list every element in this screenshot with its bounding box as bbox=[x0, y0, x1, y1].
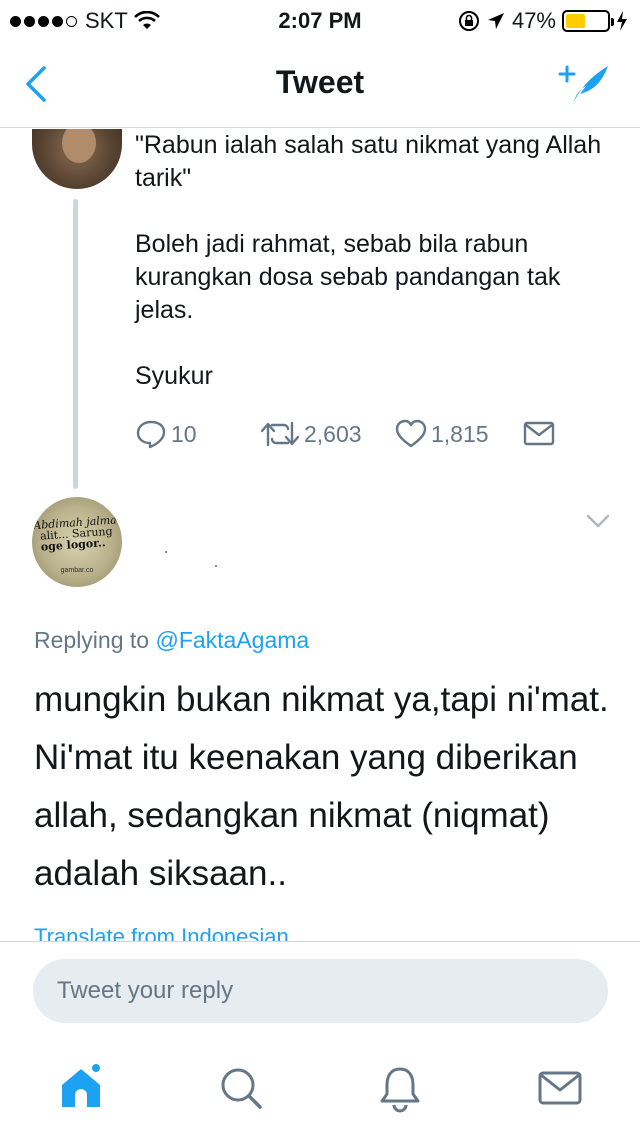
parent-tweet-text: "Rabun ialah salah satu nikmat yang Alla… bbox=[135, 129, 615, 426]
battery-percent: 47% bbox=[511, 8, 556, 33]
redacted-name-mark bbox=[165, 551, 167, 553]
battery-level bbox=[566, 14, 585, 28]
chevron-down-icon[interactable] bbox=[586, 513, 610, 529]
notifications-icon[interactable] bbox=[375, 1063, 425, 1113]
heart-icon bbox=[395, 419, 427, 448]
rotation-lock-icon bbox=[458, 11, 479, 31]
reply-count: 10 bbox=[171, 420, 197, 447]
location-arrow-icon bbox=[487, 13, 504, 29]
tweet-reply-input[interactable] bbox=[33, 959, 608, 1023]
retweet-action[interactable]: 2,603 bbox=[260, 419, 362, 449]
tweet-paragraph: Boleh jadi rahmat, sebab bila rabun kura… bbox=[135, 230, 561, 324]
replying-to-line: Replying to @FaktaAgama bbox=[34, 627, 309, 654]
tweet-paragraph: "Rabun ialah salah satu nikmat yang Alla… bbox=[135, 131, 602, 192]
retweet-icon bbox=[260, 421, 300, 447]
translate-link[interactable]: Translate from Indonesian bbox=[34, 924, 289, 941]
navigation-bar: Tweet bbox=[0, 40, 640, 128]
charging-bolt-icon bbox=[617, 11, 627, 31]
envelope-icon bbox=[523, 421, 555, 446]
tweet-paragraph: Syukur bbox=[135, 362, 213, 390]
like-count: 1,815 bbox=[431, 420, 489, 447]
tab-bar bbox=[0, 1041, 640, 1136]
parent-author-avatar[interactable] bbox=[32, 129, 122, 189]
home-icon[interactable] bbox=[56, 1063, 106, 1113]
tweet-actions: 10 2,603 1,815 bbox=[135, 419, 595, 453]
like-action[interactable]: 1,815 bbox=[395, 419, 489, 449]
reply-bubble-icon bbox=[136, 420, 166, 449]
search-icon[interactable] bbox=[216, 1063, 266, 1113]
replying-prefix: Replying to bbox=[34, 627, 156, 653]
avatar-caption: Abdimah jalma alit... Sarung oge logor.. bbox=[32, 513, 118, 554]
reply-tweet-text: mungkin bukan nikmat ya,tapi ni'mat. Ni'… bbox=[34, 680, 609, 893]
redacted-name-mark bbox=[215, 565, 217, 567]
reply-composer-bar bbox=[0, 941, 640, 1041]
messages-icon[interactable] bbox=[535, 1063, 585, 1113]
direct-message-action[interactable] bbox=[523, 419, 559, 449]
reply-action[interactable]: 10 bbox=[135, 419, 197, 449]
page-title: Tweet bbox=[275, 64, 365, 100]
reply-author-avatar[interactable]: Abdimah jalma alit... Sarung oge logor..… bbox=[32, 497, 122, 587]
thread-connector-line bbox=[73, 199, 78, 489]
tweet-thread: "Rabun ialah salah satu nikmat yang Alla… bbox=[0, 129, 640, 941]
replying-to-handle-link[interactable]: @FaktaAgama bbox=[155, 627, 309, 653]
retweet-count: 2,603 bbox=[304, 420, 362, 447]
compose-tweet-icon[interactable] bbox=[558, 60, 610, 108]
battery-icon bbox=[562, 10, 614, 32]
status-right: 47% bbox=[458, 8, 628, 34]
status-bar: SKT 2:07 PM 47% bbox=[0, 0, 640, 40]
